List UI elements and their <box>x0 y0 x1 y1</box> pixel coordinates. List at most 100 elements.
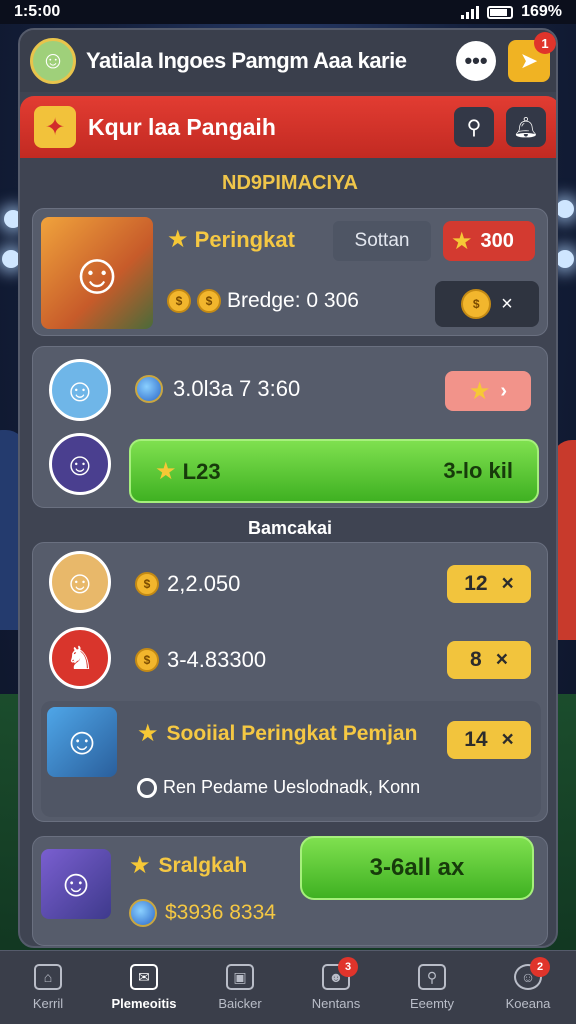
coin-icon: $ <box>135 572 159 596</box>
battery-percent: 169% <box>521 3 562 20</box>
count-pill[interactable]: 14 × <box>447 721 531 759</box>
row-value-text: 2,2.050 <box>167 571 241 596</box>
nav-label: Plemeoitis <box>111 996 177 1011</box>
avatar[interactable]: ☺ <box>49 433 111 495</box>
close-icon: × <box>501 728 514 751</box>
search-icon: ⚲ <box>466 116 482 139</box>
nav-item-home[interactable]: ⌂ Kerril <box>0 951 96 1024</box>
profile-stat-text: Bredge: 0 306 <box>227 289 359 312</box>
nav-badge: 3 <box>338 957 358 977</box>
star-icon: ★ <box>451 227 473 255</box>
bell-button[interactable]: 🔔︎ <box>506 107 546 147</box>
stadium-light <box>556 200 574 218</box>
close-icon: × <box>501 292 513 315</box>
profile-stat: $ $ Bredge: 0 306 <box>167 289 359 313</box>
claim-left-text: L23 <box>182 458 221 484</box>
social-title-text: Sooiial Peringkat Pemjan <box>166 721 418 745</box>
row-value: $ 2,2.050 <box>135 571 240 597</box>
flag-icon: ➤ <box>519 48 539 73</box>
signal-icon <box>461 5 480 19</box>
money-text: $3936 8334 <box>165 901 276 924</box>
friends-card: ☺ 3.0l3a 7 3:60 ★ › ☺ ★ L23 3-lo kil <box>32 346 548 508</box>
friend-stat-text: 3.0l3a 7 3:60 <box>173 376 301 401</box>
message-icon: ✉ <box>130 964 158 990</box>
count-value: 12 <box>464 572 488 595</box>
globe-icon <box>135 375 163 403</box>
bottom-nav: ⌂ Kerril ✉ Plemeoitis ▣ Baicker ☻ 3 Nent… <box>0 950 576 1024</box>
status-time: 1:5:00 <box>14 3 61 20</box>
star-action-button[interactable]: ★ › <box>445 371 531 411</box>
social-subtitle-text: Ren Pedame Ueslodnadk, Konn <box>163 777 421 797</box>
social-subtitle: Ren Pedame Ueslodnadk, Konn <box>137 777 420 798</box>
table-row[interactable]: ☺ $ 2,2.050 12 × <box>33 547 549 619</box>
close-icon: × <box>495 648 508 671</box>
search-button[interactable]: ⚲ <box>454 107 494 147</box>
battery-icon <box>487 5 514 19</box>
search-icon: ⚲ <box>418 964 446 990</box>
bottom-card-title-text: Sralgkah <box>158 853 248 877</box>
home-icon: ⌂ <box>34 964 62 990</box>
claim-left: ★ L23 <box>155 457 221 486</box>
claim-button[interactable]: ★ L23 3-lo kil <box>129 439 539 503</box>
nav-label: Kerril <box>32 996 64 1011</box>
ranking-title: Kqur laa Pangaih <box>88 113 276 140</box>
row-value-text: 3-4.83300 <box>167 647 267 672</box>
list-item: ☺ 3.0l3a 7 3:60 ★ › <box>33 355 549 425</box>
leaderboard-list: ☺ $ 2,2.050 12 × ♞ $ 3-4.83300 8 × ☺ ★ S… <box>32 542 548 822</box>
medal-icon: $ <box>167 289 191 313</box>
count-value: 14 <box>464 728 488 751</box>
row-value: $ 3-4.83300 <box>135 647 266 673</box>
coin-icon: $ <box>135 648 159 672</box>
sottan-button[interactable]: Sottan <box>333 221 431 261</box>
nav-item-search[interactable]: ⚲ Eeemty <box>384 951 480 1024</box>
count-pill[interactable]: 8 × <box>447 641 531 679</box>
box-icon: ▣ <box>226 964 254 990</box>
globe-icon <box>129 899 157 927</box>
star-icon: ★ <box>167 226 189 253</box>
count-pill[interactable]: 12 × <box>447 565 531 603</box>
claim-right-text: 3-lo kil <box>443 458 513 483</box>
rank-label-text: Peringkat <box>194 227 295 252</box>
bell-icon: 🔔︎ <box>513 116 539 139</box>
notification-button[interactable]: ➤ 1 <box>508 32 556 82</box>
main-panel: ☺ Yatiala Ingoes Pamgm Aaa karie ••• ➤ 1… <box>18 28 558 948</box>
points-badge: ★ 300 <box>443 221 535 261</box>
trophy-icon: ✦ <box>34 106 76 148</box>
nav-item-profile[interactable]: ☺ 2 Koeana <box>480 951 576 1024</box>
social-ranking-item[interactable]: ☺ ★ Sooiial Peringkat Pemjan 14 × Ren Pe… <box>41 701 541 817</box>
avatar[interactable]: ☺ <box>49 359 111 421</box>
primary-action-button[interactable]: 3-6all ax <box>300 836 534 900</box>
reward-bag-button[interactable]: $ × <box>435 281 539 327</box>
nav-badge: 2 <box>530 957 550 977</box>
avatar: ☺ <box>49 551 111 613</box>
user-avatar[interactable]: ☺ <box>30 38 76 84</box>
app-header: ☺ Yatiala Ingoes Pamgm Aaa karie ••• ➤ 1 <box>20 30 556 92</box>
avatar: ♞ <box>49 627 111 689</box>
nav-label: Koeana <box>505 996 551 1011</box>
avatar: ☺ <box>47 707 117 777</box>
count-value: 8 <box>470 648 482 671</box>
nav-label: Baicker <box>218 996 262 1011</box>
status-indicators: 169% <box>461 3 562 21</box>
profile-card: ☺ ★ Peringkat Sottan ★ 300 $ $ Bredge: 0… <box>32 208 548 336</box>
coin-icon: $ <box>197 289 221 313</box>
close-icon: × <box>501 572 514 595</box>
nav-item-messages[interactable]: ✉ Plemeoitis <box>96 951 192 1024</box>
star-icon: ★ <box>137 720 159 747</box>
nav-item-tracker[interactable]: ▣ Baicker <box>192 951 288 1024</box>
section-title-list: Bamcakai <box>247 518 333 538</box>
points-value: 300 <box>480 229 514 252</box>
friend-stat: 3.0l3a 7 3:60 <box>135 375 300 403</box>
chevron-right-icon: › <box>500 379 508 402</box>
avatar[interactable]: ☺ <box>41 849 111 919</box>
chat-button[interactable]: ••• <box>456 41 496 81</box>
profile-photo[interactable]: ☺ <box>41 217 153 329</box>
section-title-ranking: ND9PIMACIYA <box>222 172 358 194</box>
chat-bubble-icon: ••• <box>464 48 488 73</box>
bottom-card-title: ★ Sralgkah <box>129 851 247 880</box>
money-bag-icon: $ <box>461 289 492 319</box>
circle-icon <box>137 777 157 798</box>
rank-label: ★ Peringkat <box>167 225 295 254</box>
nav-item-friends[interactable]: ☻ 3 Nentans <box>288 951 384 1024</box>
table-row[interactable]: ♞ $ 3-4.83300 8 × <box>33 623 549 695</box>
